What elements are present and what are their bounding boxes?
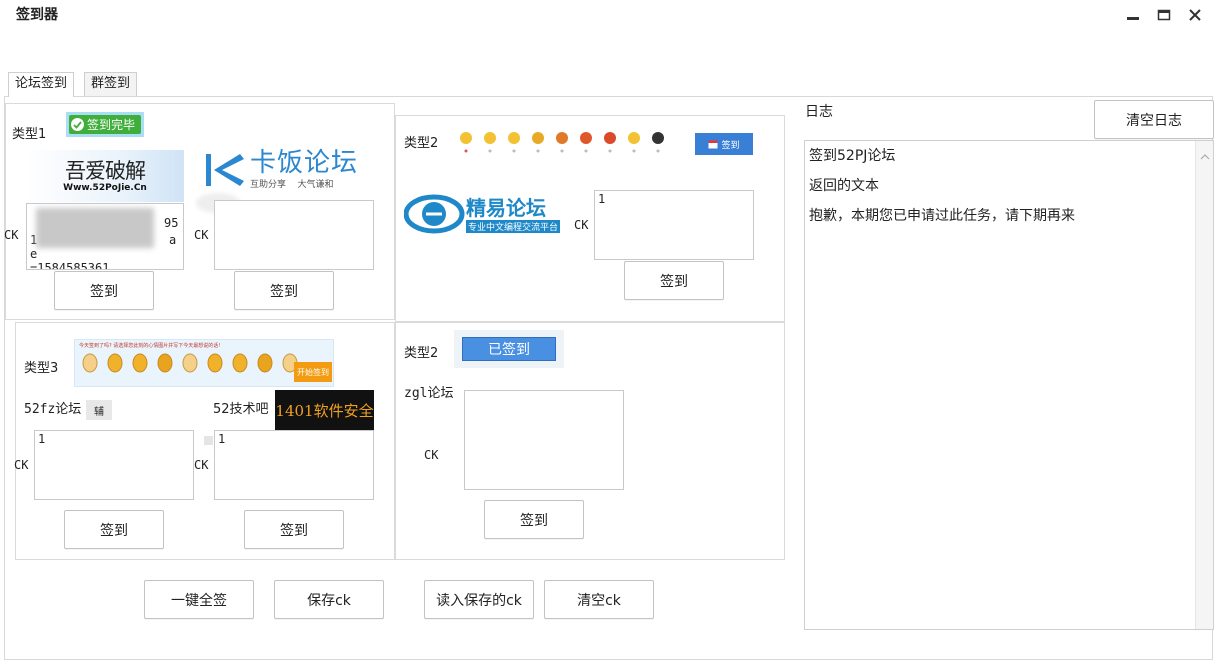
clear-log-button[interactable]: 清空日志 [1094, 100, 1214, 139]
close-icon[interactable] [1184, 4, 1206, 26]
save-ck-button[interactable]: 保存ck [274, 580, 384, 619]
52jsb-placeholder-icon [204, 436, 213, 445]
zgl-signin-button[interactable]: 签到 [484, 500, 584, 539]
sign-all-button[interactable]: 一键全签 [144, 580, 254, 619]
jingyi-ck-input[interactable]: 1 [594, 190, 754, 260]
52pojie-signin-button[interactable]: 签到 [54, 271, 154, 310]
type3-banner-start-button[interactable]: 开始签到 [294, 362, 332, 382]
jingyi-small-signin-button[interactable]: 签到 [695, 133, 753, 155]
log-line: 抱歉，本期您已申请过此任务，请下期再来 [809, 208, 1075, 224]
52jsb-logo: 1401软件安全 [275, 390, 374, 430]
chevron-up-icon[interactable] [1200, 149, 1210, 164]
minimize-icon[interactable] [1122, 4, 1144, 26]
clear-ck-button[interactable]: 清空ck [544, 580, 654, 619]
mood-icon[interactable] [649, 128, 667, 154]
log-label: 日志 [805, 104, 833, 120]
check-icon [71, 118, 84, 131]
ck-tail-2: a [169, 233, 177, 247]
signin-done-badge: 签到完毕 [66, 112, 145, 137]
log-line: 签到52PJ论坛 [809, 148, 896, 164]
kafan-k-icon [206, 153, 244, 186]
kafan-ck-input[interactable] [214, 200, 374, 270]
mood-icon[interactable] [601, 128, 619, 154]
type2-bottom-label: 类型2 [404, 346, 439, 361]
load-ck-button[interactable]: 读入保存的ck [424, 580, 534, 619]
maximize-icon[interactable] [1153, 4, 1175, 26]
mood-icon[interactable] [529, 128, 547, 154]
52fz-badge: 辅 [86, 400, 112, 420]
tab-forum-signin[interactable]: 论坛签到 [8, 72, 75, 97]
52pojie-logo: 吾爱破解 Www.52PoJie.Cn [26, 150, 184, 202]
window-title: 签到器 [16, 7, 58, 23]
jingyi-e-icon [404, 194, 465, 234]
jingyi-signin-button[interactable]: 签到 [624, 261, 724, 300]
52fz-name: 52fz论坛 [24, 402, 82, 417]
mood-face-icon[interactable] [206, 351, 224, 375]
log-textarea[interactable]: 签到52PJ论坛 返回的文本 抱歉，本期您已申请过此任务，请下期再来 [804, 140, 1214, 630]
mood-icon[interactable] [505, 128, 523, 154]
type3-banner: 今天签到了吗? 请选择您此刻的心情图片并写下今天最想说的话! 开始签到 [74, 339, 334, 387]
mood-face-icon[interactable] [106, 351, 124, 375]
mood-face-icon[interactable] [156, 351, 174, 375]
mood-icon[interactable] [553, 128, 571, 154]
type2-top-label: 类型2 [404, 136, 439, 151]
jingyi-logo: 精易论坛 专业中文编程交流平台 [404, 189, 564, 239]
log-line: 返回的文本 [809, 178, 879, 194]
type3-label: 类型3 [24, 361, 59, 376]
kafan-signin-button[interactable]: 签到 [234, 271, 334, 310]
zgl-name: zgl论坛 [404, 386, 454, 401]
mood-icons-row [457, 126, 687, 156]
signed-badge-frame: 已签到 [454, 330, 564, 368]
mood-face-icon[interactable] [81, 351, 99, 375]
52pojie-ck-label: CK [4, 228, 19, 242]
52jsb-ck-input[interactable]: 1 [214, 430, 374, 500]
zgl-ck-label: CK [424, 448, 439, 462]
mood-face-icon[interactable] [231, 351, 249, 375]
mood-face-icon[interactable] [181, 351, 199, 375]
kafan-ck-label: CK [194, 228, 209, 242]
mood-face-icon[interactable] [131, 351, 149, 375]
52fz-ck-label: CK [14, 458, 29, 472]
jingyi-ck-label: CK [574, 218, 589, 232]
log-scrollbar[interactable] [1195, 141, 1213, 629]
signin-done-text: 签到完毕 [87, 118, 136, 132]
signed-badge: 已签到 [462, 337, 556, 361]
mood-icon[interactable] [481, 128, 499, 154]
52fz-signin-button[interactable]: 签到 [64, 510, 164, 549]
mood-face-icon[interactable] [256, 351, 274, 375]
52jsb-name: 52技术吧 [213, 402, 269, 417]
52jsb-signin-button[interactable]: 签到 [244, 510, 344, 549]
type3-banner-text: 今天签到了吗? 请选择您此刻的心情图片并写下今天最想说的话! [79, 343, 221, 349]
mood-icon[interactable] [457, 128, 475, 154]
calendar-icon [708, 140, 718, 149]
type1-label: 类型1 [12, 127, 47, 142]
52jsb-ck-label: CK [194, 458, 209, 472]
redacted-region [36, 208, 154, 248]
52fz-ck-input[interactable]: 1 [34, 430, 194, 500]
zgl-ck-input[interactable] [464, 390, 624, 490]
kafan-logo: 卡饭论坛 互助分享 大气谦和 [204, 147, 390, 192]
ck-tail-1: 95 [164, 216, 179, 230]
mood-icon[interactable] [577, 128, 595, 154]
mood-icon[interactable] [625, 128, 643, 154]
tab-group-signin[interactable]: 群签到 [84, 72, 138, 96]
